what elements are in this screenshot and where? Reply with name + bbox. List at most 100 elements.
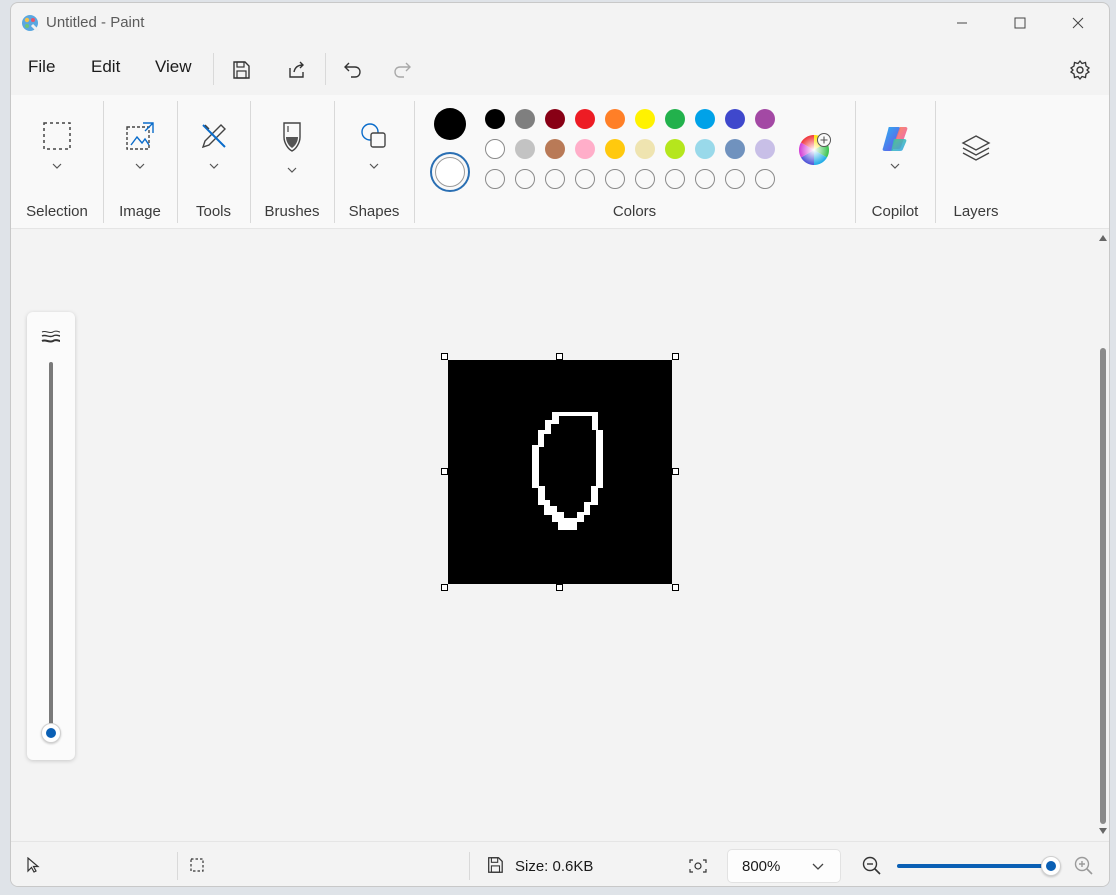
color-swatch[interactable] — [515, 109, 535, 129]
brushes-group[interactable]: Brushes — [250, 95, 334, 229]
minimize-icon — [957, 22, 967, 24]
resize-handle-left[interactable] — [441, 468, 448, 475]
paint-window: Untitled - Paint File Edit View Selectio… — [10, 2, 1110, 887]
image-group[interactable]: Image — [103, 95, 177, 229]
menu-edit[interactable]: Edit — [91, 57, 120, 77]
color-swatch[interactable] — [665, 109, 685, 129]
zoom-level-value: 800% — [742, 858, 781, 875]
color-swatch[interactable] — [575, 109, 595, 129]
custom-color-slot[interactable] — [725, 169, 745, 189]
layers-label: Layers — [953, 203, 999, 220]
color-swatch[interactable] — [545, 109, 565, 129]
color-swatch[interactable] — [635, 139, 655, 159]
thumb-dot — [1045, 861, 1056, 871]
layers-icon — [961, 135, 991, 161]
menu-view[interactable]: View — [155, 57, 192, 77]
tools-group[interactable]: Tools — [177, 95, 250, 229]
minimize-button[interactable] — [933, 3, 991, 43]
copilot-label: Copilot — [871, 203, 919, 220]
share-button[interactable] — [280, 53, 314, 87]
custom-color-slot[interactable] — [605, 169, 625, 189]
zoom-slider-thumb[interactable] — [1040, 856, 1061, 876]
file-size-text: Size: 0.6KB — [515, 858, 594, 875]
ribbon-toolbar: Selection Image Tools Brushes Shapes Col… — [11, 95, 1109, 229]
settings-button[interactable] — [1063, 53, 1097, 87]
shapes-group[interactable]: Shapes — [334, 95, 414, 229]
redo-button[interactable] — [385, 53, 419, 87]
custom-color-slot[interactable] — [665, 169, 685, 189]
primary-color[interactable] — [434, 108, 466, 140]
selection-group[interactable]: Selection — [11, 95, 103, 229]
close-icon — [1072, 17, 1084, 29]
vertical-scrollbar[interactable] — [1096, 230, 1109, 840]
brushes-label: Brushes — [264, 203, 320, 220]
resize-handle-right[interactable] — [672, 468, 679, 475]
secondary-color[interactable] — [430, 152, 470, 192]
chevron-down-icon — [369, 163, 379, 169]
layers-group[interactable]: Layers — [935, 95, 1017, 229]
secondary-color-swatch — [435, 157, 465, 187]
color-swatch[interactable] — [695, 139, 715, 159]
scroll-down-icon[interactable] — [1098, 827, 1108, 835]
chevron-down-icon — [209, 163, 218, 169]
zoom-level-select[interactable]: 800% — [727, 849, 841, 883]
chevron-down-icon — [135, 163, 145, 169]
color-swatch[interactable] — [725, 139, 745, 159]
color-swatch[interactable] — [755, 109, 775, 129]
color-swatch[interactable] — [485, 109, 505, 129]
tools-label: Tools — [195, 203, 232, 220]
color-swatch[interactable] — [665, 139, 685, 159]
scroll-up-icon[interactable] — [1098, 234, 1108, 242]
selection-size-icon — [190, 858, 204, 872]
color-swatch[interactable] — [485, 139, 505, 159]
custom-color-slot[interactable] — [545, 169, 565, 189]
resize-handle-bottom-left[interactable] — [441, 584, 448, 591]
zoom-slider-track[interactable] — [897, 864, 1048, 868]
color-swatch[interactable] — [605, 109, 625, 129]
resize-handle-bottom[interactable] — [556, 584, 563, 591]
fit-to-window-button[interactable] — [683, 851, 713, 881]
color-swatch[interactable] — [725, 109, 745, 129]
color-swatch[interactable] — [605, 139, 625, 159]
edit-colors-icon[interactable] — [798, 132, 832, 166]
custom-color-slot[interactable] — [635, 169, 655, 189]
color-swatch[interactable] — [515, 139, 535, 159]
zoom-out-button[interactable] — [859, 853, 885, 879]
close-button[interactable] — [1049, 3, 1107, 43]
custom-color-slot[interactable] — [755, 169, 775, 189]
status-bar: Size: 0.6KB 800% — [11, 841, 1109, 886]
custom-color-slot[interactable] — [485, 169, 505, 189]
resize-handle-top-left[interactable] — [441, 353, 448, 360]
colors-group: Colors — [414, 95, 855, 229]
share-icon — [289, 61, 304, 78]
color-swatch[interactable] — [695, 109, 715, 129]
maximize-button[interactable] — [991, 3, 1049, 43]
brush-size-thumb[interactable] — [41, 723, 61, 743]
chevron-down-icon — [812, 863, 824, 870]
zoom-in-button[interactable] — [1071, 853, 1097, 879]
selection-label: Selection — [26, 203, 88, 220]
brush-size-track[interactable] — [49, 362, 53, 733]
cursor-position-icon — [27, 857, 40, 873]
drawing-canvas[interactable] — [448, 360, 672, 584]
custom-color-slot[interactable] — [695, 169, 715, 189]
color-swatch[interactable] — [635, 109, 655, 129]
brush-size-panel — [27, 312, 75, 760]
custom-color-slot[interactable] — [515, 169, 535, 189]
save-button[interactable] — [224, 53, 258, 87]
menu-file[interactable]: File — [28, 57, 55, 77]
title-bar: Untitled - Paint — [11, 3, 1109, 43]
resize-handle-top-right[interactable] — [672, 353, 679, 360]
resize-handle-bottom-right[interactable] — [672, 584, 679, 591]
color-swatch[interactable] — [755, 139, 775, 159]
custom-color-slot[interactable] — [575, 169, 595, 189]
resize-handle-top[interactable] — [556, 353, 563, 360]
image-resize-icon — [126, 122, 154, 150]
scroll-thumb[interactable] — [1100, 348, 1106, 824]
color-swatch[interactable] — [545, 139, 565, 159]
undo-icon — [344, 62, 361, 78]
undo-button[interactable] — [336, 53, 370, 87]
copilot-group[interactable]: Copilot — [855, 95, 935, 229]
color-swatch[interactable] — [575, 139, 595, 159]
status-divider — [177, 852, 178, 880]
